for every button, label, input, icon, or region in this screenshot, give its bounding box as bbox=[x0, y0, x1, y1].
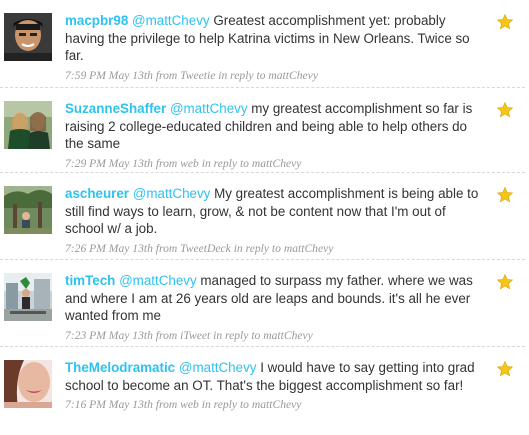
mention-link[interactable]: @mattChevy bbox=[119, 273, 197, 288]
star-icon[interactable] bbox=[496, 360, 514, 378]
mention-link[interactable]: @mattChevy bbox=[133, 186, 211, 201]
tweet-content: SuzanneShaffer @mattChevy my greatest ac… bbox=[65, 100, 485, 171]
tweet-timeline: macpbr98 @mattChevy Greatest accomplishm… bbox=[0, 0, 529, 435]
avatar[interactable] bbox=[4, 186, 52, 234]
mention-link[interactable]: @mattChevy bbox=[170, 101, 248, 116]
screen-name-link[interactable]: macpbr98 bbox=[65, 13, 128, 28]
mention-link[interactable]: @mattChevy bbox=[179, 360, 257, 375]
tweet-meta: 7:26 PM May 13th from TweetDeck in reply… bbox=[65, 241, 334, 255]
screen-name-link[interactable]: timTech bbox=[65, 273, 115, 288]
avatar[interactable] bbox=[4, 360, 52, 408]
tweet-content: TheMelodramatic @mattChevy I would have … bbox=[65, 359, 485, 412]
tweet-item: TheMelodramatic @mattChevy I would have … bbox=[0, 347, 525, 435]
tweet-meta: 7:16 PM May 13th from web in reply to ma… bbox=[65, 398, 302, 411]
star-icon[interactable] bbox=[496, 13, 514, 31]
avatar[interactable] bbox=[4, 273, 52, 321]
star-icon[interactable] bbox=[496, 186, 514, 204]
star-icon[interactable] bbox=[496, 273, 514, 291]
screen-name-link[interactable]: SuzanneShaffer bbox=[65, 101, 166, 116]
tweet-item: timTech @mattChevy managed to surpass my… bbox=[0, 260, 525, 347]
avatar[interactable] bbox=[4, 101, 52, 149]
tweet-item: macpbr98 @mattChevy Greatest accomplishm… bbox=[0, 0, 525, 88]
tweet-content: macpbr98 @mattChevy Greatest accomplishm… bbox=[65, 12, 485, 83]
screen-name-link[interactable]: ascheurer bbox=[65, 186, 129, 201]
tweet-meta: 7:23 PM May 13th from iTweet in reply to… bbox=[65, 328, 313, 342]
tweet-item: SuzanneShaffer @mattChevy my greatest ac… bbox=[0, 88, 525, 173]
star-icon[interactable] bbox=[496, 101, 514, 119]
screen-name-link[interactable]: TheMelodramatic bbox=[65, 360, 175, 375]
tweet-content: ascheurer @mattChevy My greatest accompl… bbox=[65, 185, 485, 256]
mention-link[interactable]: @mattChevy bbox=[132, 13, 210, 28]
tweet-meta: 7:59 PM May 13th from Tweetie in reply t… bbox=[65, 68, 318, 82]
tweet-meta: 7:29 PM May 13th from web in reply to ma… bbox=[65, 156, 302, 170]
avatar[interactable] bbox=[4, 13, 52, 61]
tweet-content: timTech @mattChevy managed to surpass my… bbox=[65, 272, 485, 343]
tweet-item: ascheurer @mattChevy My greatest accompl… bbox=[0, 173, 525, 260]
